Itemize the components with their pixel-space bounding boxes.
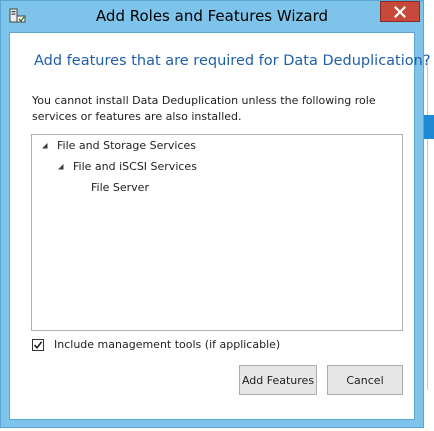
checkmark-icon [33,340,43,349]
close-button[interactable] [380,1,420,22]
tree-item-label: File Server [91,181,149,194]
expanded-triangle-icon[interactable] [55,161,67,173]
dialog-body: Add features that are required for Data … [9,32,431,420]
tree-item-file-storage-services[interactable]: File and Storage Services [39,139,196,152]
title-bar[interactable]: Add Roles and Features Wizard [1,1,423,32]
cancel-button[interactable]: Cancel [327,365,403,395]
desktop-accent [424,115,434,139]
include-management-tools-option[interactable]: Include management tools (if applicable) [32,338,280,351]
add-features-button[interactable]: Add Features [239,365,317,395]
close-icon [394,5,406,18]
required-features-tree[interactable]: File and Storage Services File and iSCSI… [31,134,403,331]
tree-item-label: File and Storage Services [57,139,197,152]
tree-item-file-iscsi-services[interactable]: File and iSCSI Services [55,160,197,173]
dialog-heading: Add features that are required for Data … [34,53,431,69]
include-management-tools-checkbox[interactable] [32,338,44,351]
dialog-message: You cannot install Data Deduplication un… [32,94,376,123]
desktop-divider [427,60,428,390]
wizard-window: Add Roles and Features Wizard Add featur… [0,0,431,428]
expanded-triangle-icon[interactable] [39,140,51,152]
window-title: Add Roles and Features Wizard [95,7,329,25]
tree-item-label: File and iSCSI Services [73,160,197,173]
include-management-tools-label: Include management tools (if applicable) [54,338,281,351]
tree-item-file-server[interactable]: File Server [91,181,149,194]
